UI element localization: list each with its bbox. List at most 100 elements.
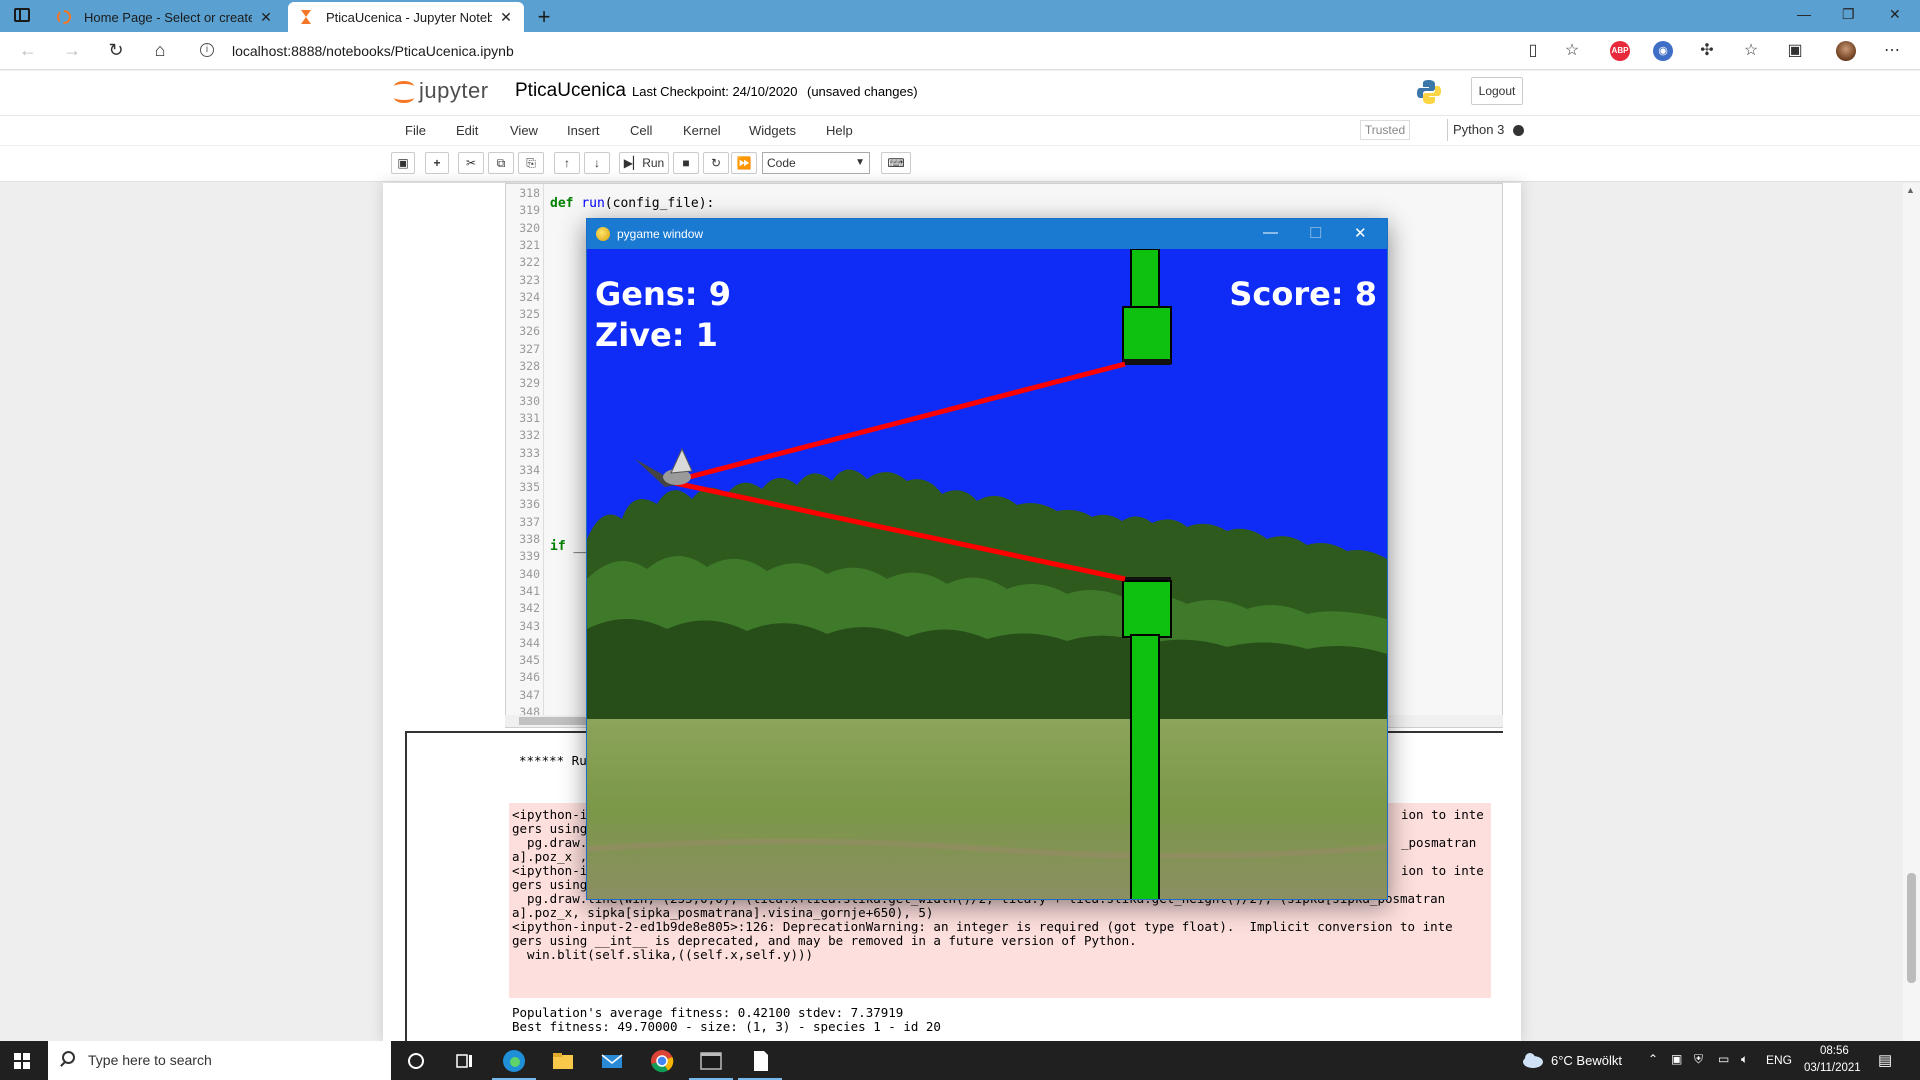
restart-run-all-icon[interactable]: ⏩ bbox=[731, 152, 757, 174]
edge-icon[interactable] bbox=[492, 1047, 536, 1080]
scrollbar-thumb[interactable] bbox=[1907, 873, 1916, 983]
tray-app-icon[interactable]: ▣ bbox=[1671, 1052, 1682, 1066]
menu-insert[interactable]: Insert bbox=[567, 123, 600, 138]
mail-icon[interactable] bbox=[598, 1047, 626, 1075]
pygame-title-bar[interactable]: pygame window — ☐ ✕ bbox=[587, 219, 1387, 249]
jupyter-logo[interactable]: jupyter bbox=[393, 78, 489, 104]
line-number: 339 bbox=[519, 549, 540, 564]
def-keyword: def bbox=[550, 196, 574, 211]
cell-type-select[interactable]: Code ▼ bbox=[762, 152, 870, 174]
line-number: 342 bbox=[519, 601, 540, 616]
close-icon[interactable]: ✕ bbox=[1354, 224, 1367, 242]
show-hidden-icons-icon[interactable]: ⌃ bbox=[1648, 1052, 1658, 1066]
move-up-icon[interactable]: ↑ bbox=[554, 152, 580, 174]
menu-help[interactable]: Help bbox=[826, 123, 853, 138]
restore-icon[interactable]: ❐ bbox=[1842, 6, 1855, 23]
restart-icon[interactable]: ↻ bbox=[703, 152, 729, 174]
menu-view[interactable]: View bbox=[510, 123, 538, 138]
cortana-icon[interactable] bbox=[402, 1047, 430, 1075]
pygame-snake-icon bbox=[596, 227, 610, 241]
tab-actions-icon[interactable] bbox=[14, 8, 30, 22]
file-explorer-icon[interactable] bbox=[549, 1047, 577, 1075]
menu-cell[interactable]: Cell bbox=[630, 123, 652, 138]
forward-icon[interactable]: → bbox=[60, 40, 84, 61]
pygame-window[interactable]: pygame window — ☐ ✕ Gens: 9 Zive: 1 Scor… bbox=[586, 218, 1388, 900]
run-button[interactable]: ▶▏Run bbox=[619, 152, 669, 174]
notebook-toolbar: ▣ + ✂ ⧉ ⎘ ↑ ↓ ▶▏Run ■ ↻ ⏩ Code ▼ ⌨ bbox=[0, 146, 1920, 182]
kernel-busy-indicator bbox=[1513, 125, 1524, 136]
close-tab-icon[interactable]: ✕ bbox=[498, 9, 514, 26]
weather-text[interactable]: 6°C Bewölkt bbox=[1551, 1053, 1622, 1068]
site-info-icon[interactable]: i bbox=[200, 43, 214, 57]
menu-edit[interactable]: Edit bbox=[456, 123, 478, 138]
trusted-badge[interactable]: Trusted bbox=[1360, 120, 1410, 140]
tab-notebook[interactable]: PticaUcenica - Jupyter Notebook ✕ bbox=[288, 2, 524, 32]
weather-cloud-icon[interactable] bbox=[1521, 1049, 1545, 1071]
move-down-icon[interactable]: ↓ bbox=[584, 152, 610, 174]
collections-icon[interactable]: ▣ bbox=[1785, 41, 1805, 61]
extensions-puzzle-icon[interactable]: ✣ bbox=[1697, 41, 1717, 61]
notebook-name[interactable]: PticaUcenica bbox=[515, 80, 626, 102]
terminal-icon[interactable] bbox=[689, 1047, 733, 1080]
save-icon[interactable]: ▣ bbox=[391, 152, 415, 174]
language-indicator[interactable]: ENG bbox=[1766, 1053, 1792, 1067]
network-icon[interactable]: ▭ bbox=[1718, 1052, 1729, 1066]
chrome-icon[interactable] bbox=[648, 1047, 676, 1075]
paste-icon[interactable]: ⎘ bbox=[518, 152, 544, 174]
last-checkpoint: Last Checkpoint: 24/10/2020 bbox=[632, 84, 798, 99]
logout-button[interactable]: Logout bbox=[1471, 77, 1523, 105]
extension-icon[interactable]: ◉ bbox=[1653, 41, 1673, 61]
line-number: 333 bbox=[519, 445, 540, 460]
kernel-name[interactable]: Python 3 bbox=[1447, 119, 1504, 141]
interrupt-icon[interactable]: ■ bbox=[673, 152, 699, 174]
page-vertical-scrollbar[interactable]: ▲ bbox=[1903, 183, 1920, 1041]
run-label: Run bbox=[642, 156, 665, 170]
address-bar: ← → ↻ ⌂ i localhost:8888/notebooks/Ptica… bbox=[0, 32, 1920, 70]
insert-cell-icon[interactable]: + bbox=[425, 152, 449, 174]
minimize-icon[interactable]: — bbox=[1263, 224, 1278, 241]
function-params: (config_file): bbox=[604, 196, 715, 211]
favorites-icon[interactable]: ☆ bbox=[1741, 41, 1761, 61]
jupyter-header: jupyter PticaUcenica Last Checkpoint: 24… bbox=[0, 71, 1920, 115]
windows-start-icon[interactable] bbox=[14, 1053, 30, 1069]
cut-icon[interactable]: ✂ bbox=[458, 152, 484, 174]
defender-icon[interactable]: ⛨ bbox=[1694, 1052, 1703, 1067]
browser-tab-bar: Home Page - Select or create a n ✕ Ptica… bbox=[0, 0, 1920, 32]
adblock-icon[interactable]: ABP bbox=[1610, 41, 1630, 61]
gens-counter: Gens: 9 bbox=[595, 275, 731, 313]
minimize-icon[interactable]: — bbox=[1797, 6, 1811, 22]
profile-avatar[interactable] bbox=[1836, 41, 1856, 61]
stderr-line: win.blit(self.slika,((self.x,self.y))) bbox=[512, 947, 814, 962]
clock-date[interactable]: 03/11/2021 bbox=[1804, 1062, 1861, 1074]
maximize-icon[interactable]: ☐ bbox=[1309, 224, 1322, 242]
task-view-icon[interactable] bbox=[450, 1047, 478, 1075]
line-number: 323 bbox=[519, 272, 540, 287]
run-icon: ▶▏ bbox=[623, 156, 643, 170]
read-aloud-icon[interactable]: ▯ bbox=[1523, 41, 1543, 61]
game-canvas[interactable]: Gens: 9 Zive: 1 Score: 8 bbox=[587, 249, 1387, 899]
close-window-icon[interactable]: ✕ bbox=[1889, 6, 1901, 23]
more-menu-icon[interactable]: ⋯ bbox=[1882, 41, 1902, 61]
back-icon[interactable]: ← bbox=[16, 40, 40, 61]
tab-home-page[interactable]: Home Page - Select or create a n ✕ bbox=[46, 2, 284, 32]
refresh-icon[interactable]: ↻ bbox=[104, 40, 128, 61]
taskbar-search[interactable]: Type here to search bbox=[48, 1041, 391, 1080]
keyboard-icon[interactable]: ⌨ bbox=[881, 152, 911, 174]
line-number: 321 bbox=[519, 237, 540, 252]
volume-icon[interactable]: 🔈︎ bbox=[1741, 1052, 1748, 1067]
url-field[interactable]: localhost:8888/notebooks/PticaUcenica.ip… bbox=[232, 43, 514, 59]
new-tab-button[interactable]: + bbox=[532, 4, 556, 30]
search-placeholder: Type here to search bbox=[88, 1052, 212, 1068]
close-tab-icon[interactable]: ✕ bbox=[258, 9, 274, 26]
menu-file[interactable]: File bbox=[405, 123, 426, 138]
document-icon[interactable] bbox=[738, 1047, 782, 1080]
line-number: 319 bbox=[519, 203, 540, 218]
menu-widgets[interactable]: Widgets bbox=[749, 123, 796, 138]
scroll-up-icon[interactable]: ▲ bbox=[1906, 185, 1915, 195]
menu-kernel[interactable]: Kernel bbox=[683, 123, 721, 138]
home-icon[interactable]: ⌂ bbox=[148, 40, 172, 61]
copy-icon[interactable]: ⧉ bbox=[488, 152, 514, 174]
clock-time[interactable]: 08:56 bbox=[1820, 1045, 1849, 1057]
favorite-add-icon[interactable]: ☆ bbox=[1562, 41, 1582, 61]
notification-center-icon[interactable]: ▤ bbox=[1878, 1051, 1892, 1069]
